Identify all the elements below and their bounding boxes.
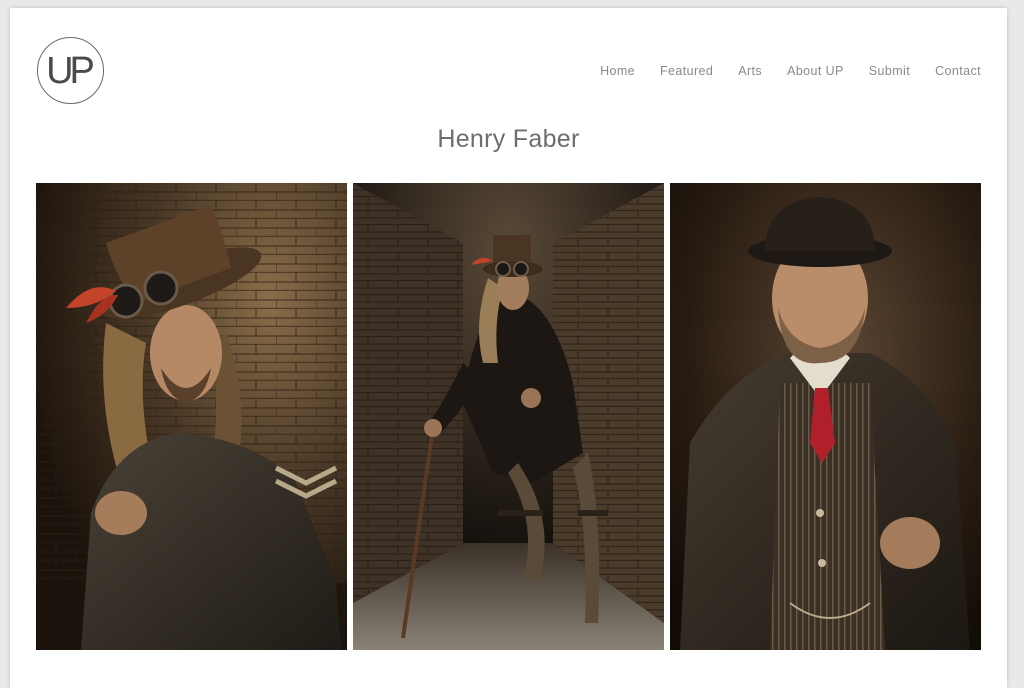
nav-home[interactable]: Home [600, 64, 635, 78]
nav-submit[interactable]: Submit [869, 64, 910, 78]
page-container: UP Home Featured Arts About UP Submit Co… [10, 8, 1007, 688]
gallery-photo-2[interactable] [353, 183, 664, 650]
gallery-photo-3[interactable] [670, 183, 981, 650]
nav-arts[interactable]: Arts [738, 64, 762, 78]
main-nav: Home Featured Arts About UP Submit Conta… [600, 64, 981, 78]
photo-3-image [670, 183, 981, 650]
logo-text: UP [46, 49, 95, 92]
gallery-photo-1[interactable] [36, 183, 347, 650]
nav-featured[interactable]: Featured [660, 64, 713, 78]
photo-1-image [36, 183, 347, 650]
photo-gallery [36, 183, 981, 650]
photo-2-image [353, 183, 664, 650]
nav-contact[interactable]: Contact [935, 64, 981, 78]
page-title: Henry Faber [437, 125, 580, 153]
nav-about-up[interactable]: About UP [787, 64, 844, 78]
site-logo[interactable]: UP [37, 37, 104, 104]
